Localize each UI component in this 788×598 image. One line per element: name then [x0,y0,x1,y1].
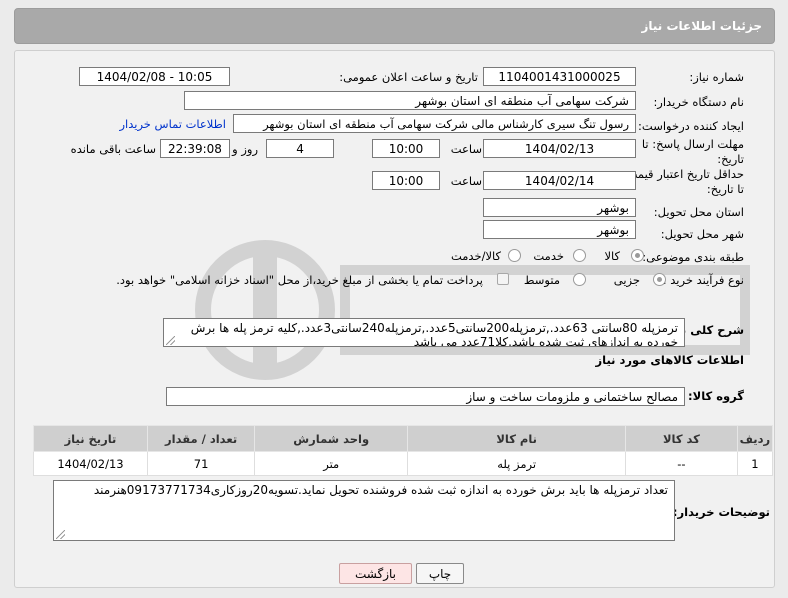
goods-table-header: ردیف کد کالا نام کالا واحد شمارش تعداد /… [33,425,774,452]
purchase-type-option-minor: جزیی [613,273,640,287]
buyer-notes-textarea[interactable]: تعداد ترمزپله ها باید برش خورده به انداز… [53,480,675,541]
buyer-org-field: شرکت سهامی آب منطقه ای استان بوشهر [184,91,636,110]
back-button[interactable]: بازگشت [339,563,412,584]
remaining-time-field: 22:39:08 [160,139,230,158]
buyer-contact-link[interactable]: اطلاعات تماس خریدار [119,117,226,131]
announce-date-label: تاریخ و ساعت اعلان عمومی: [339,70,478,84]
reply-deadline-label-2: تاریخ: [717,152,744,166]
reply-time-label: ساعت [450,142,482,156]
col-qty: تعداد / مقدار [146,425,256,452]
goods-table: ردیف کد کالا نام کالا واحد شمارش تعداد /… [33,425,774,476]
print-button[interactable]: چاپ [416,563,464,584]
reply-deadline-label: مهلت ارسال پاسخ: تا [641,137,744,151]
treasury-checkbox[interactable] [497,273,509,285]
cell-unit: متر [254,451,409,476]
description-text: ترمزپله 80سانتی 63عدد.,ترمزپله200سانتی5ع… [190,321,678,347]
col-unit: واحد شمارش [254,425,409,452]
reply-time-field: 10:00 [372,139,440,158]
payment-note: پرداخت تمام یا بخشی از مبلغ خرید،از محل … [116,273,483,287]
cell-qty: 71 [146,451,256,476]
table-row: 1 -- ترمز پله متر 71 1404/02/13 [33,451,774,476]
province-field: بوشهر [483,198,636,217]
purchase-type-label: نوع فرآیند خرید : [662,273,744,287]
reply-date-field: 1404/02/13 [483,139,636,158]
category-option-goods: کالا [604,249,620,263]
price-time-field: 10:00 [372,171,440,190]
creator-label: ایجاد کننده درخواست: [638,119,744,133]
category-option-service: خدمت [533,249,564,263]
col-code: کد کالا [625,425,738,452]
col-index: ردیف [736,425,774,452]
cell-code: -- [625,451,738,476]
need-number-field: 1104001431000025 [483,67,636,86]
remaining-time-label: ساعت باقی مانده [70,142,156,156]
goods-section-title: اطلاعات کالاهای مورد نیاز [595,353,744,367]
days-label: روز و [232,142,258,156]
days-count-field: 4 [266,139,334,158]
price-date-field: 1404/02/14 [483,171,636,190]
buyer-org-label: نام دستگاه خریدار: [653,95,744,109]
city-field: بوشهر [483,220,636,239]
page-header: جزئیات اطلاعات نیاز [14,8,775,44]
category-radio-goods-service[interactable] [508,249,521,262]
col-name: نام کالا [407,425,627,452]
category-radio-service[interactable] [573,249,586,262]
goods-group-field: مصالح ساختمانی و ملزومات ساخت و ساز [166,387,685,406]
announce-date-field: 1404/02/08 - 10:05 [79,67,230,86]
goods-group-label: گروه کالا: [688,389,744,403]
category-option-goods-service: کالا/خدمت [450,249,501,263]
page-title: جزئیات اطلاعات نیاز [641,19,762,33]
buyer-notes-text: تعداد ترمزپله ها باید برش خورده به انداز… [93,483,668,497]
city-label: شهر محل تحویل: [660,227,744,241]
cell-name: ترمز پله [407,451,627,476]
category-label: طبقه بندی موضوعی: [642,250,744,264]
resize-grip-icon[interactable] [56,530,65,539]
category-radio-goods[interactable] [631,249,644,262]
resize-grip-icon[interactable] [166,336,175,345]
price-validity-label-2: تا تاریخ: [706,182,744,196]
province-label: استان محل تحویل: [653,205,744,219]
purchase-type-option-medium: متوسط [523,273,560,287]
price-validity-label: حداقل تاریخ اعتبار قیمت: [622,167,744,181]
col-date: تاریخ نیاز [33,425,148,452]
purchase-type-radio-minor[interactable] [653,273,666,286]
purchase-type-radio-medium[interactable] [573,273,586,286]
need-number-label: شماره نیاز: [689,70,744,84]
cell-index: 1 [736,451,774,476]
creator-field: رسول تنگ سیری کارشناس مالی شرکت سهامی آب… [233,114,636,133]
price-time-label: ساعت [450,174,482,188]
buyer-notes-label: توضیحات خریدار: [672,505,770,519]
cell-date: 1404/02/13 [33,451,148,476]
description-textarea[interactable]: ترمزپله 80سانتی 63عدد.,ترمزپله200سانتی5ع… [163,318,685,347]
